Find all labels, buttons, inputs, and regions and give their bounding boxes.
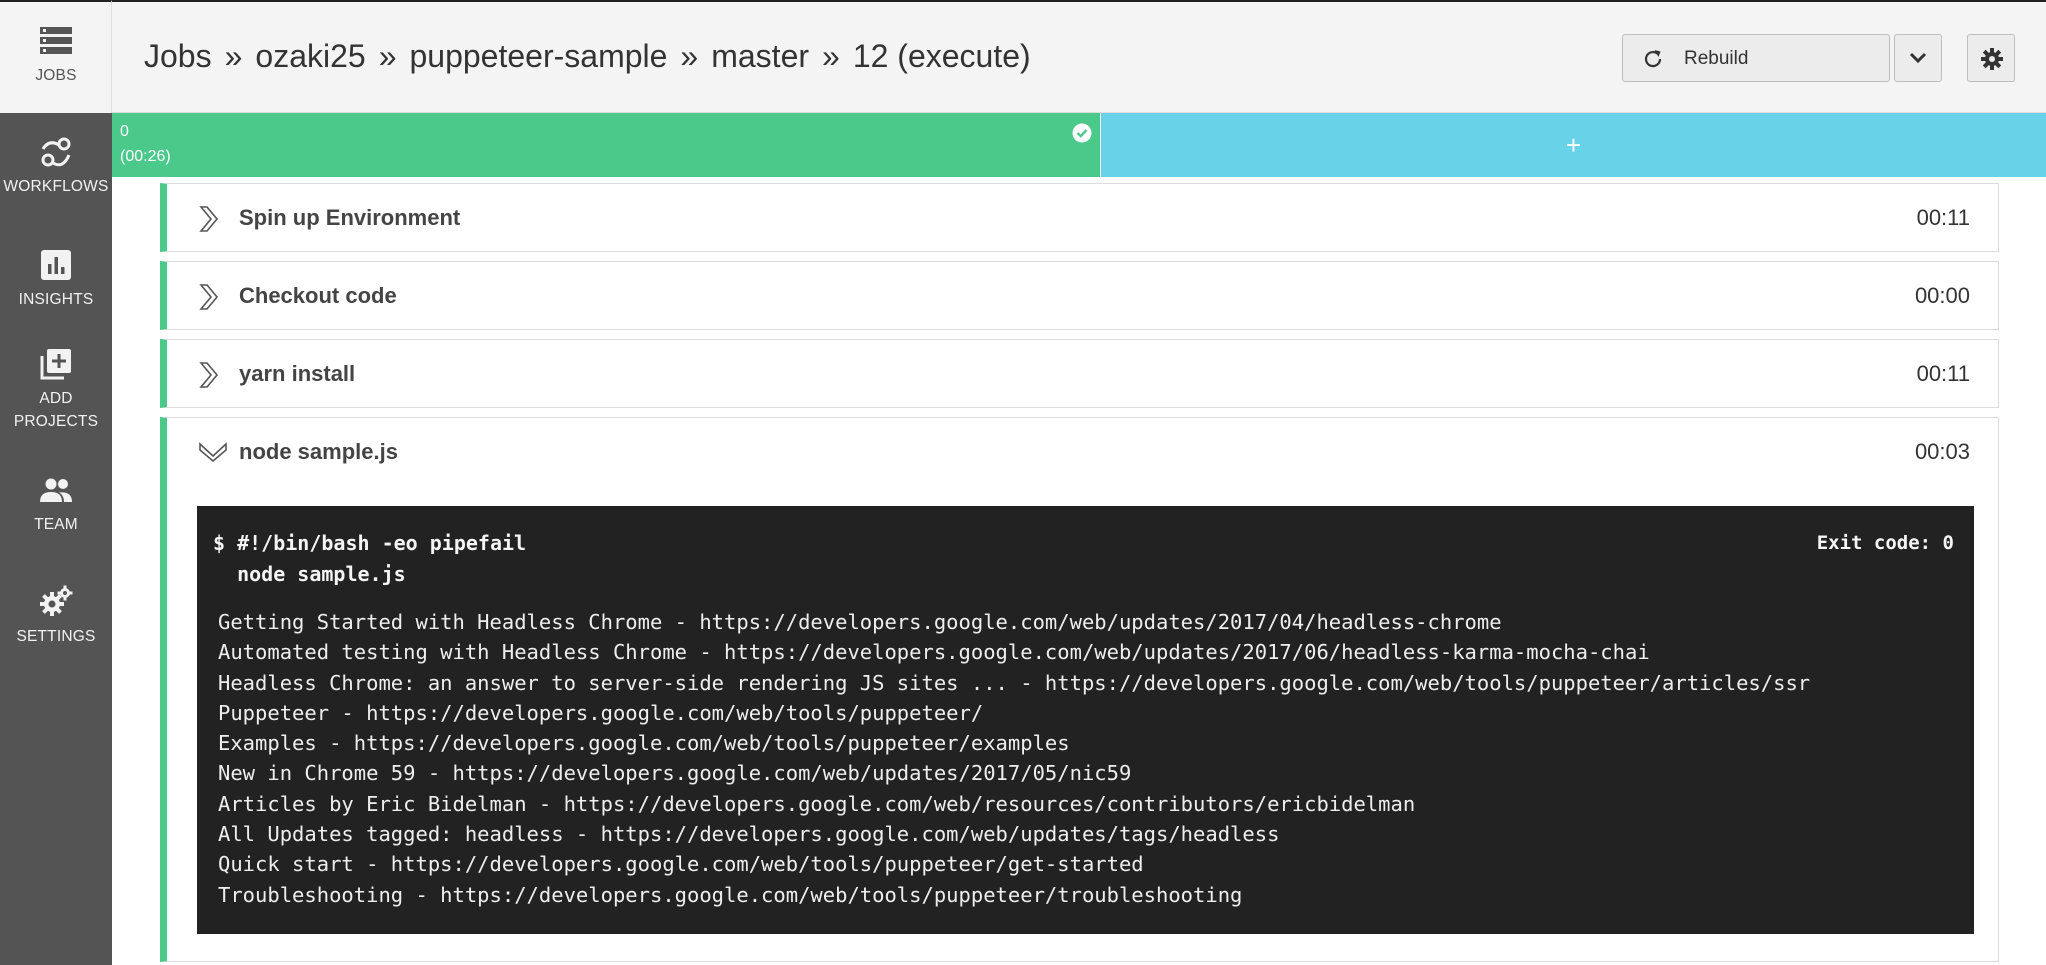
sidebar-item-workflows[interactable]: WORKFLOWS: [0, 135, 112, 199]
breadcrumb-jobs[interactable]: Jobs: [144, 38, 212, 74]
command-line: node sample.js: [213, 562, 406, 586]
plus-icon: +: [1565, 130, 1582, 160]
output-line: Articles by Eric Bidelman - https://deve…: [218, 791, 1416, 816]
output-line: New in Chrome 59 - https://developers.go…: [218, 761, 1132, 786]
chevron-right-icon: [199, 284, 219, 310]
step-yarn-install: yarn install 00:11: [160, 339, 1999, 408]
command-line: $ #!/bin/bash -eo pipefail: [213, 531, 527, 555]
step-duration: 00:03: [1914, 439, 1970, 464]
sidebar-item-label: INSIGHTS: [18, 291, 94, 308]
sidebar-item-label: WORKFLOWS: [3, 178, 109, 195]
container-index: 0: [120, 123, 129, 140]
parallel-container-0[interactable]: 0 (00:26): [112, 113, 1100, 177]
breadcrumb-separator: »: [378, 38, 397, 74]
chevron-down-icon: [1909, 52, 1927, 64]
check-circle-icon: [1072, 123, 1092, 143]
output-line: Puppeteer - https://developers.google.co…: [218, 700, 984, 725]
refresh-icon: [1644, 50, 1662, 68]
job-settings-button[interactable]: [1967, 34, 2015, 82]
sidebar: JOBS WORKFLOWS INSIGHTS ADD PROJECTS TEA…: [0, 0, 112, 965]
sidebar-item-label: TEAM: [34, 516, 78, 533]
breadcrumb-branch[interactable]: master: [711, 38, 809, 74]
output-line: Getting Started with Headless Chrome - h…: [218, 610, 1502, 634]
gear-icon: [1981, 48, 2003, 70]
step-header[interactable]: yarn install 00:11: [167, 340, 1998, 407]
rebuild-label: Rebuild: [1684, 48, 1749, 69]
page-header: Jobs » ozaki25 » puppeteer-sample » master » 12 …: [112, 0, 2046, 113]
sidebar-item-add-projects[interactable]: ADD PROJECTS: [0, 347, 112, 433]
output-text: Getting Started with Headless Chrome - h…: [218, 607, 1810, 910]
output-line: All Updates tagged: headless - https://d…: [218, 822, 1280, 847]
step-name: yarn install: [239, 361, 356, 386]
sidebar-item-label: JOBS: [35, 67, 77, 84]
rebuild-options-dropdown[interactable]: [1894, 34, 1942, 82]
step-node-sample-js: node sample.js 00:03 $ #!/bin/bash -eo p…: [160, 417, 1999, 962]
output-line: Headless Chrome: an answer to server-sid…: [218, 670, 1811, 695]
output-line: Quick start - https://developers.google.…: [218, 852, 1144, 877]
sidebar-jobs-panel: JOBS: [0, 0, 112, 113]
step-name: Checkout code: [239, 283, 397, 308]
step-spin-up-environment: Spin up Environment 00:11: [160, 183, 1999, 252]
jobs-list-icon: [40, 27, 72, 54]
add-parallelism-button[interactable]: +: [1101, 113, 2046, 177]
breadcrumb-project[interactable]: puppeteer-sample: [409, 38, 667, 74]
output-line: Examples - https://developers.google.com…: [218, 731, 1070, 756]
sidebar-item-jobs[interactable]: JOBS: [0, 24, 112, 88]
step-duration: 00:11: [1916, 205, 1970, 230]
container-duration: (00:26): [120, 148, 171, 165]
breadcrumb-separator: »: [224, 38, 243, 74]
breadcrumb-org[interactable]: ozaki25: [255, 38, 365, 74]
step-name: Spin up Environment: [239, 205, 461, 230]
sidebar-item-team[interactable]: TEAM: [0, 473, 112, 537]
output-line: Automated testing with Headless Chrome -…: [218, 640, 1650, 665]
step-header[interactable]: node sample.js 00:03: [167, 418, 1998, 485]
insights-chart-icon: [41, 250, 71, 280]
exit-code: Exit code: 0: [1816, 532, 1954, 554]
command-text: $ #!/bin/bash -eo pipefail node sample.j…: [213, 528, 526, 590]
step-name: node sample.js: [239, 439, 398, 464]
sidebar-item-label: SETTINGS: [16, 628, 96, 645]
add-projects-icon: [40, 349, 71, 380]
settings-gears-icon: [40, 585, 73, 616]
sidebar-item-settings[interactable]: SETTINGS: [0, 585, 112, 649]
rebuild-button[interactable]: Rebuild: [1622, 34, 1890, 82]
chevron-down-icon: [199, 442, 227, 462]
output-line: Troubleshooting - https://developers.goo…: [218, 882, 1243, 907]
chevron-right-icon: [199, 206, 219, 232]
step-header[interactable]: Checkout code 00:00: [167, 262, 1998, 329]
chevron-right-icon: [199, 362, 219, 388]
step-header[interactable]: Spin up Environment 00:11: [167, 184, 1998, 251]
workflows-icon: [41, 137, 71, 167]
breadcrumb-build: 12 (execute): [852, 38, 1031, 74]
step-checkout-code: Checkout code 00:00: [160, 261, 1999, 330]
sidebar-item-insights[interactable]: INSIGHTS: [0, 248, 112, 312]
sidebar-item-label: ADD PROJECTS: [13, 390, 99, 430]
breadcrumb: Jobs » ozaki25 » puppeteer-sample » master » 12 …: [144, 38, 1031, 75]
breadcrumb-separator: »: [680, 38, 699, 74]
step-duration: 00:11: [1916, 361, 1970, 386]
breadcrumb-separator: »: [822, 38, 840, 74]
step-output-terminal[interactable]: $ #!/bin/bash -eo pipefail node sample.j…: [197, 506, 1974, 934]
team-people-icon: [40, 478, 72, 502]
step-duration: 00:00: [1914, 283, 1970, 308]
